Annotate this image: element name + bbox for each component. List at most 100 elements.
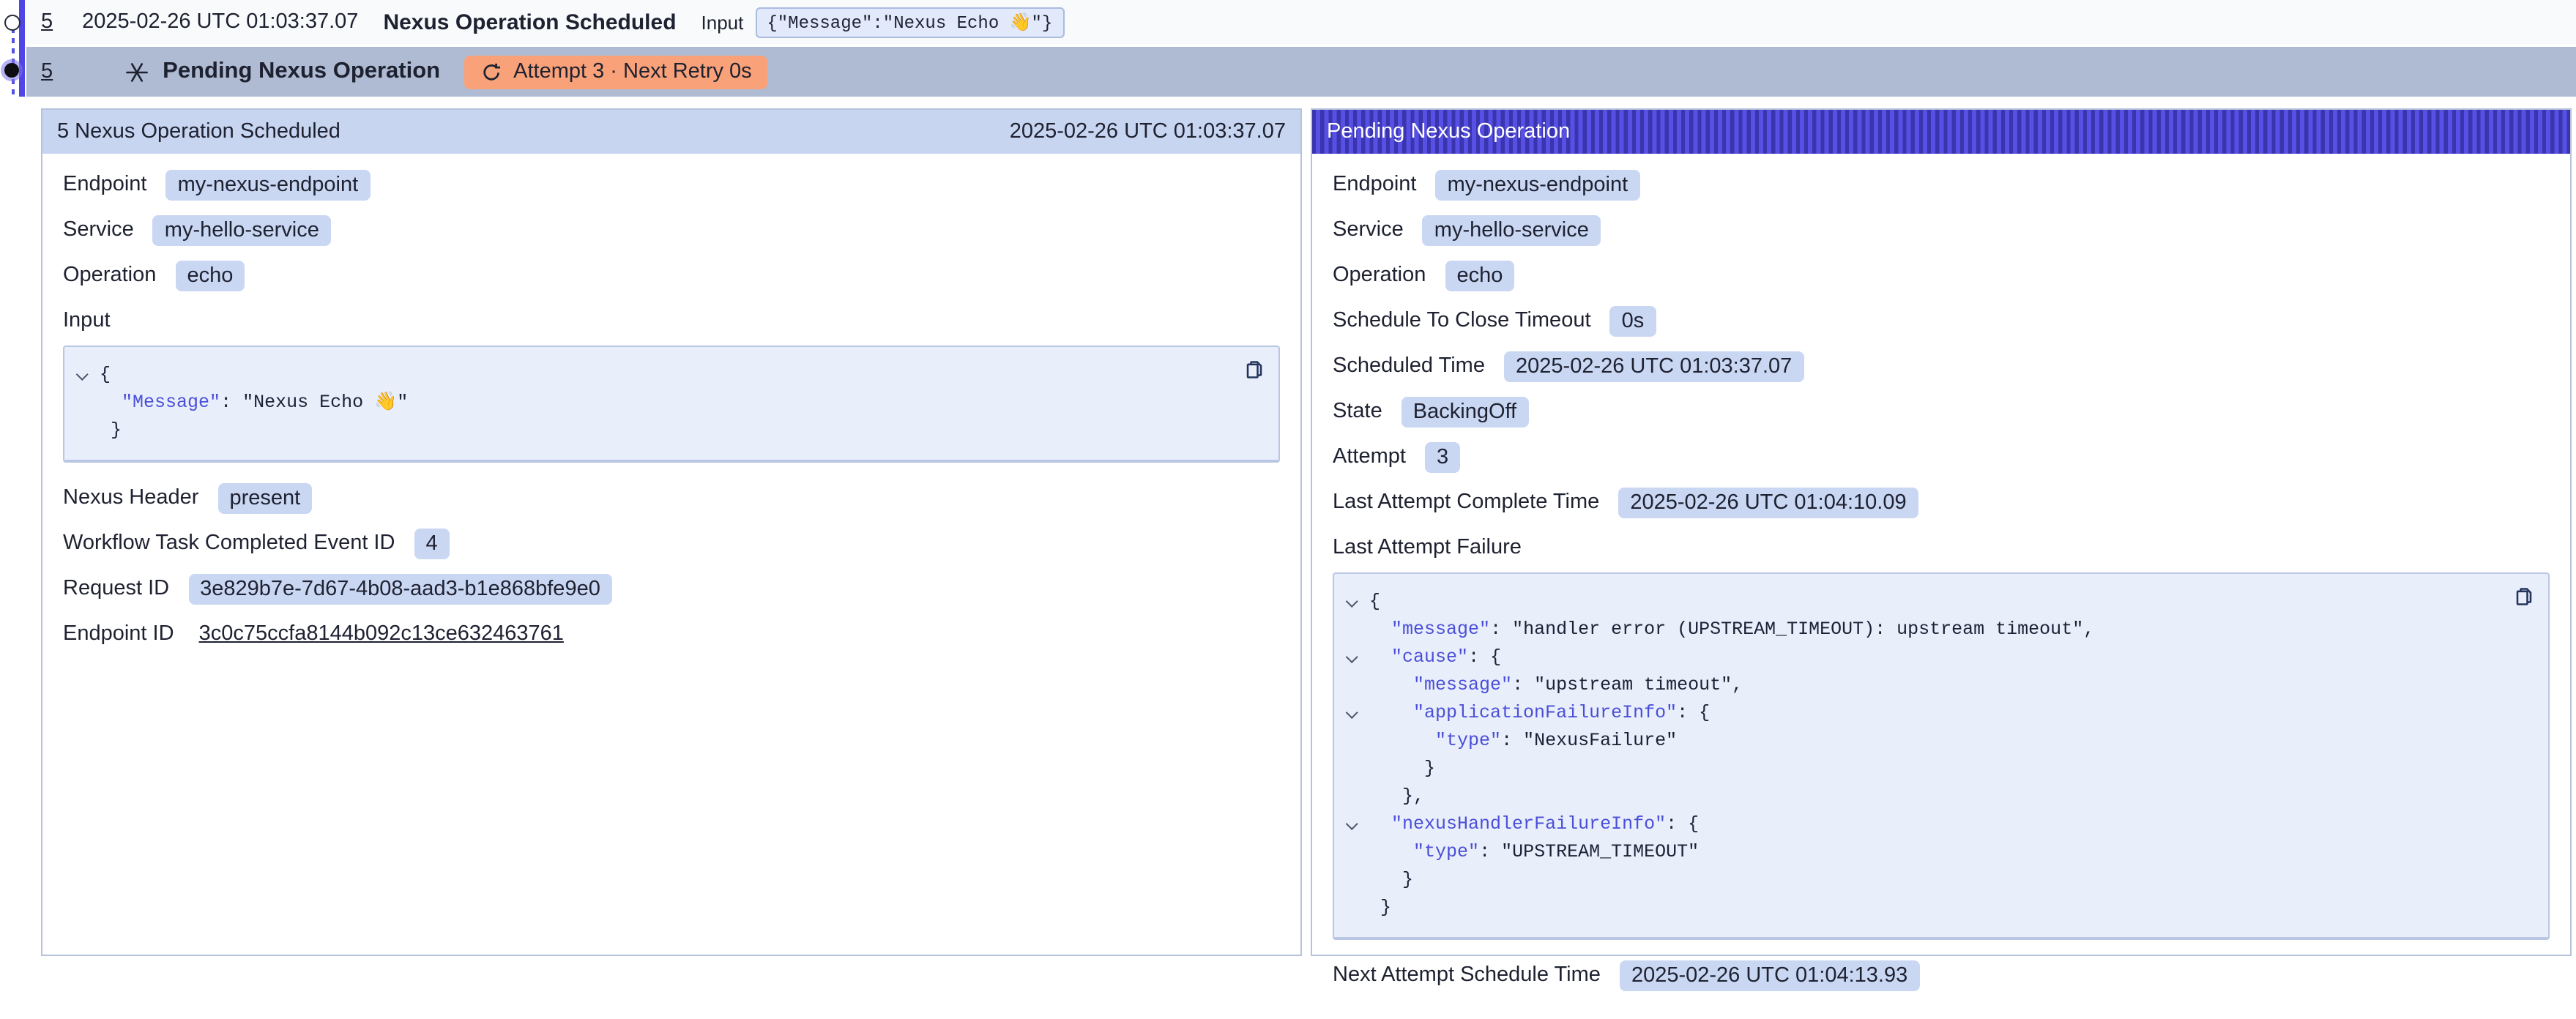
field-label: Endpoint	[1333, 173, 1417, 196]
field-value-badge: my-nexus-endpoint	[166, 169, 371, 200]
code-text: {	[100, 362, 111, 389]
field-value-badge: 2025-02-26 UTC 01:04:13.93	[1620, 960, 1919, 990]
json-key: "Message"	[122, 392, 220, 413]
code-gutter	[1334, 895, 1369, 922]
chevron-down-icon[interactable]	[64, 362, 100, 389]
code-line: "cause": {	[1334, 644, 2498, 672]
field-value-badge: my-nexus-endpoint	[1436, 169, 1640, 200]
event-title: Pending Nexus Operation	[163, 59, 440, 85]
event-detail-panels: 5 Nexus Operation Scheduled 2025-02-26 U…	[41, 108, 2572, 956]
field-value-badge: present	[217, 482, 312, 513]
event-id-link[interactable]: 5	[41, 10, 53, 34]
field-label: Operation	[63, 264, 156, 287]
field-value-badge: 3e829b7e-7d67-4b08-aad3-b1e868bfe9e0	[188, 573, 612, 604]
event-row-scheduled[interactable]: 5 2025-02-26 UTC 01:03:37.07 Nexus Opera…	[26, 0, 2576, 44]
copy-icon	[2513, 586, 2535, 608]
field-label: Schedule To Close Timeout	[1333, 309, 1591, 332]
json-code: { "Message": "Nexus Echo 👋" }	[64, 362, 1229, 445]
field-row: Endpoint my-nexus-endpoint	[1333, 168, 2550, 201]
event-id-link[interactable]: 5	[41, 60, 53, 83]
code-line: }	[1334, 867, 2498, 895]
code-text: "type": "UPSTREAM_TIMEOUT"	[1369, 839, 1699, 867]
field-value-badge: 4	[414, 528, 450, 559]
field-row: Scheduled Time 2025-02-26 UTC 01:03:37.0…	[1333, 350, 2550, 382]
code-text: "message": "upstream timeout",	[1369, 672, 1743, 700]
field-row: Operation echo	[1333, 259, 2550, 291]
code-text: "type": "NexusFailure"	[1369, 728, 1677, 755]
scheduled-panel-header: 5 Nexus Operation Scheduled 2025-02-26 U…	[42, 110, 1300, 154]
code-gutter	[1334, 839, 1369, 867]
code-line: "type": "UPSTREAM_TIMEOUT"	[1334, 839, 2498, 867]
chevron-down-icon[interactable]	[1334, 811, 1369, 839]
code-line: }	[1334, 755, 2498, 783]
field-row: Workflow Task Completed Event ID 4	[63, 527, 1280, 559]
panel-timestamp: 2025-02-26 UTC 01:03:37.07	[1010, 120, 1286, 143]
code-text: "Message": "Nexus Echo 👋"	[100, 389, 408, 417]
field-value-badge: 0s	[1610, 305, 1656, 336]
pending-panel-header: Pending Nexus Operation	[1312, 110, 2570, 154]
copy-button[interactable]	[1243, 359, 1265, 381]
code-gutter	[1334, 783, 1369, 811]
field-label: Scheduled Time	[1333, 354, 1485, 378]
field-row: Input	[63, 305, 1280, 337]
code-text: "applicationFailureInfo": {	[1369, 700, 1710, 728]
code-text: {	[1369, 589, 1380, 616]
code-text: }	[1369, 867, 1413, 895]
workflow-history-view: 5 2025-02-26 UTC 01:03:37.07 Nexus Opera…	[0, 0, 2576, 956]
chevron-down-icon[interactable]	[1334, 589, 1369, 616]
timeline-active-bar	[19, 0, 25, 97]
event-row-pending[interactable]: 5 Pending Nexus Operation Attempt 3 · Ne…	[26, 47, 2576, 97]
pending-operation-panel: Pending Nexus Operation Endpoint my-nexu…	[1311, 108, 2572, 956]
chevron-down-icon[interactable]	[1334, 700, 1369, 728]
code-text: "nexusHandlerFailureInfo": {	[1369, 811, 1699, 839]
chevron-down-icon[interactable]	[1334, 644, 1369, 672]
input-json-viewer: { "Message": "Nexus Echo 👋" }	[63, 346, 1280, 463]
code-text: },	[1369, 783, 1424, 811]
field-label: Input	[63, 309, 111, 332]
field-row: Request ID 3e829b7e-7d67-4b08-aad3-b1e86…	[63, 572, 1280, 605]
code-gutter	[1334, 755, 1369, 783]
code-text: }	[1369, 895, 1391, 922]
endpoint-id-link[interactable]: 3c0c75ccfa8144b092c13ce632463761	[199, 622, 564, 646]
field-row: Service my-hello-service	[63, 214, 1280, 246]
code-line: "message": "handler error (UPSTREAM_TIME…	[1334, 616, 2498, 644]
code-text: }	[1369, 755, 1435, 783]
code-line: {	[64, 362, 1229, 389]
code-line: "nexusHandlerFailureInfo": {	[1334, 811, 2498, 839]
json-key: "type"	[1435, 731, 1501, 751]
retry-badge: Attempt 3 · Next Retry 0s	[464, 55, 768, 89]
json-key: "cause"	[1391, 647, 1468, 668]
panel-title: Pending Nexus Operation	[1327, 120, 1570, 143]
copy-button[interactable]	[2513, 586, 2535, 608]
panel-title: 5 Nexus Operation Scheduled	[57, 120, 340, 143]
field-label: Attempt	[1333, 445, 1406, 469]
open-circle-marker	[4, 15, 20, 31]
field-row: State BackingOff	[1333, 395, 2550, 428]
code-line: "type": "NexusFailure"	[1334, 728, 2498, 755]
event-input-label: Input	[701, 11, 744, 33]
field-row: Endpoint my-nexus-endpoint	[63, 168, 1280, 201]
retry-icon	[480, 61, 502, 83]
code-line: {	[1334, 589, 2498, 616]
code-text: "message": "handler error (UPSTREAM_TIME…	[1369, 616, 2094, 644]
code-gutter	[1334, 867, 1369, 895]
event-input-preview: {"Message":"Nexus Echo 👋"}	[755, 7, 1064, 37]
json-key: "type"	[1413, 842, 1479, 862]
code-line: },	[1334, 783, 2498, 811]
json-code: { "message": "handler error (UPSTREAM_TI…	[1334, 589, 2498, 922]
field-label: Last Attempt Complete Time	[1333, 490, 1599, 514]
json-key: "applicationFailureInfo"	[1413, 703, 1677, 723]
code-gutter	[64, 417, 100, 445]
field-label: Service	[63, 218, 134, 242]
field-label: Endpoint ID	[63, 622, 174, 646]
code-gutter	[64, 389, 100, 417]
code-gutter	[1334, 616, 1369, 644]
code-line: }	[1334, 895, 2498, 922]
code-line: "Message": "Nexus Echo 👋"	[64, 389, 1229, 417]
field-row: Last Attempt Complete Time 2025-02-26 UT…	[1333, 486, 2550, 518]
json-key: "message"	[1413, 675, 1512, 695]
field-label: Last Attempt Failure	[1333, 536, 1522, 559]
scheduled-event-panel: 5 Nexus Operation Scheduled 2025-02-26 U…	[41, 108, 1302, 956]
code-text: "cause": {	[1369, 644, 1501, 672]
field-value-badge: echo	[1445, 260, 1514, 291]
